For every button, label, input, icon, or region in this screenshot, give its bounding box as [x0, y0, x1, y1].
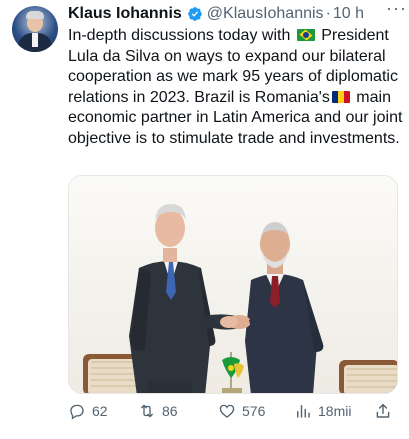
- views-button[interactable]: 18mii: [294, 400, 351, 422]
- like-count: 576: [242, 403, 266, 419]
- verified-badge-icon: [187, 7, 202, 21]
- flag-brazil-icon: [296, 29, 315, 41]
- reply-count: 62: [92, 403, 108, 419]
- author-name[interactable]: Klaus Iohannis: [68, 5, 182, 23]
- heart-icon: [219, 404, 235, 418]
- tweet-content: Klaus Iohannis @KlausIohannis · 10 h In-…: [68, 4, 402, 149]
- tweet-text: In-depth discussions today with Presiden…: [68, 26, 404, 149]
- views-count: 18mii: [318, 403, 352, 419]
- share-icon: [376, 403, 390, 418]
- tweet-text-part: In-depth discussions today with: [68, 27, 295, 44]
- repost-count: 86: [162, 403, 178, 419]
- tweet-photo[interactable]: [68, 175, 398, 394]
- repost-icon: [141, 404, 153, 418]
- views-icon: [297, 405, 310, 418]
- tweet-actions: 62 86 576 18mii: [68, 400, 398, 422]
- reply-icon: [70, 404, 84, 420]
- chair-right: [339, 360, 397, 393]
- reply-button[interactable]: 62: [68, 400, 108, 422]
- separator-dot: ·: [325, 5, 331, 22]
- flag-romania-icon: [331, 90, 350, 103]
- like-button[interactable]: 576: [218, 400, 265, 422]
- share-button[interactable]: [374, 400, 398, 422]
- avatar[interactable]: [12, 6, 58, 52]
- repost-button[interactable]: 86: [138, 400, 178, 422]
- more-options-icon[interactable]: ···: [386, 0, 407, 17]
- photo-illustration: [69, 176, 397, 393]
- tweet[interactable]: Klaus Iohannis @KlausIohannis · 10 h In-…: [0, 0, 409, 439]
- author-handle[interactable]: @KlausIohannis: [207, 5, 324, 23]
- timestamp[interactable]: 10 h: [333, 5, 364, 23]
- tweet-header: Klaus Iohannis @KlausIohannis · 10 h: [68, 4, 398, 24]
